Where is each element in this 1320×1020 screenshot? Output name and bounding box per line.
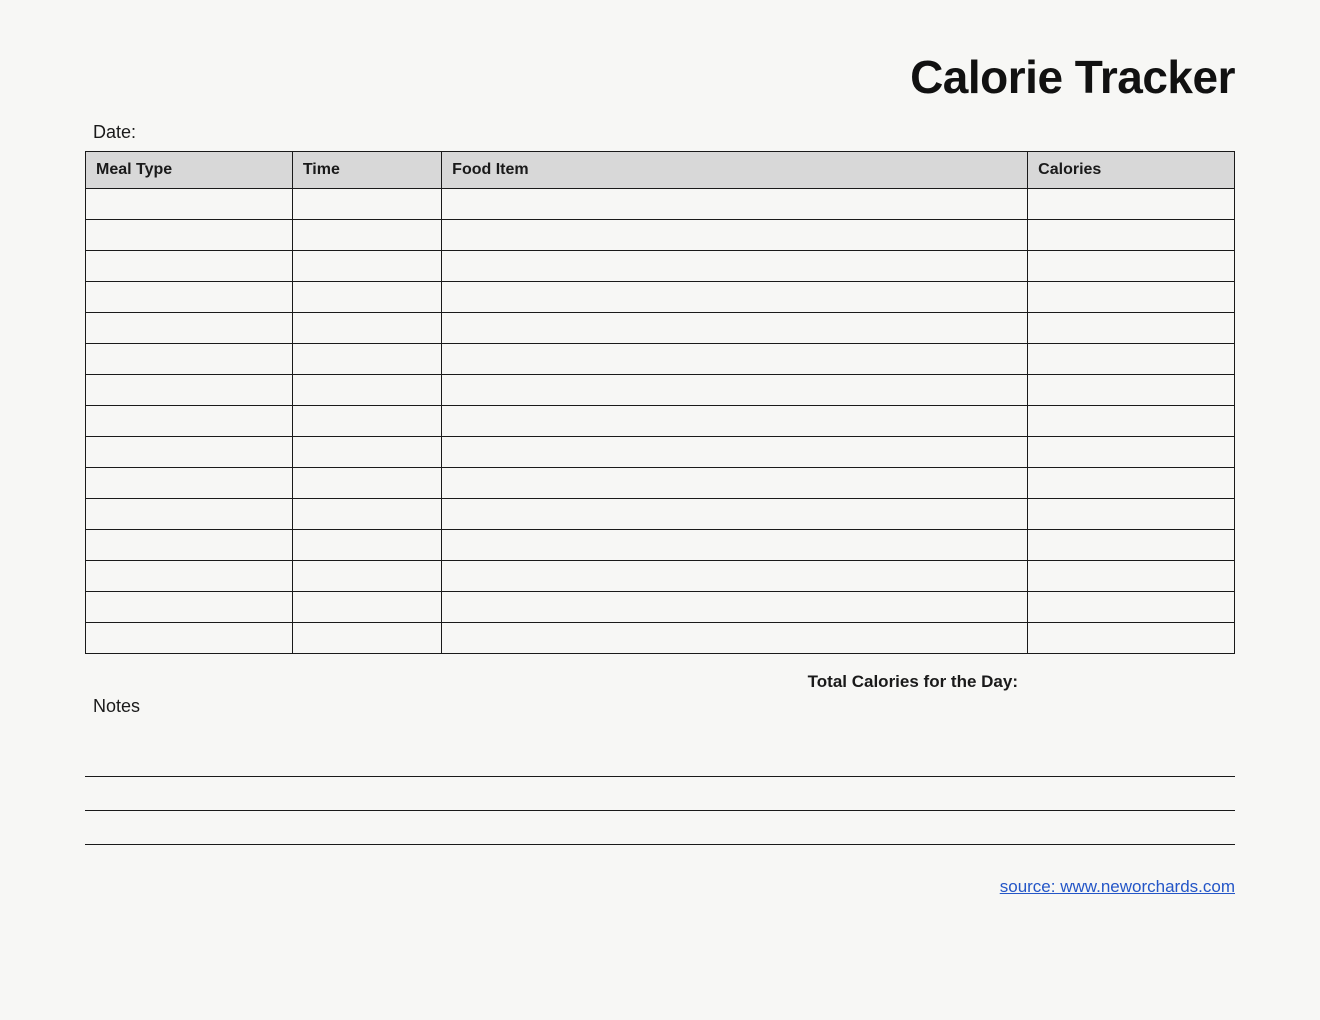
cell-calories[interactable]	[1028, 344, 1235, 375]
cell-time[interactable]	[292, 437, 441, 468]
note-line[interactable]	[85, 745, 1235, 777]
table-row	[86, 530, 1235, 561]
cell-time[interactable]	[292, 313, 441, 344]
cell-time[interactable]	[292, 592, 441, 623]
cell-time[interactable]	[292, 375, 441, 406]
cell-time[interactable]	[292, 530, 441, 561]
cell-time[interactable]	[292, 623, 441, 654]
cell-food_item[interactable]	[442, 530, 1028, 561]
cell-food_item[interactable]	[442, 592, 1028, 623]
cell-calories[interactable]	[1028, 592, 1235, 623]
table-row	[86, 623, 1235, 654]
cell-calories[interactable]	[1028, 220, 1235, 251]
cell-calories[interactable]	[1028, 406, 1235, 437]
cell-calories[interactable]	[1028, 561, 1235, 592]
cell-food_item[interactable]	[442, 344, 1028, 375]
table-row	[86, 561, 1235, 592]
source-link-wrap: source: www.neworchards.com	[85, 877, 1235, 897]
notes-label: Notes	[85, 696, 1235, 717]
total-row: Total Calories for the Day:	[85, 672, 1235, 692]
note-line[interactable]	[85, 813, 1235, 845]
table-row	[86, 220, 1235, 251]
cell-time[interactable]	[292, 220, 441, 251]
cell-meal_type[interactable]	[86, 375, 293, 406]
cell-food_item[interactable]	[442, 499, 1028, 530]
table-row	[86, 282, 1235, 313]
cell-time[interactable]	[292, 406, 441, 437]
table-row	[86, 592, 1235, 623]
cell-calories[interactable]	[1028, 313, 1235, 344]
cell-meal_type[interactable]	[86, 282, 293, 313]
cell-meal_type[interactable]	[86, 530, 293, 561]
cell-time[interactable]	[292, 344, 441, 375]
table-row	[86, 375, 1235, 406]
cell-calories[interactable]	[1028, 499, 1235, 530]
cell-calories[interactable]	[1028, 468, 1235, 499]
cell-food_item[interactable]	[442, 375, 1028, 406]
col-header-fooditem: Food Item	[442, 152, 1028, 189]
cell-time[interactable]	[292, 251, 441, 282]
source-link[interactable]: source: www.neworchards.com	[1000, 877, 1235, 896]
table-row	[86, 313, 1235, 344]
table-row	[86, 437, 1235, 468]
cell-calories[interactable]	[1028, 251, 1235, 282]
cell-meal_type[interactable]	[86, 406, 293, 437]
cell-meal_type[interactable]	[86, 499, 293, 530]
table-row	[86, 189, 1235, 220]
cell-time[interactable]	[292, 282, 441, 313]
calorie-table: Meal Type Time Food Item Calories	[85, 151, 1235, 654]
table-row	[86, 499, 1235, 530]
cell-food_item[interactable]	[442, 561, 1028, 592]
cell-food_item[interactable]	[442, 220, 1028, 251]
table-row	[86, 468, 1235, 499]
cell-meal_type[interactable]	[86, 468, 293, 499]
cell-calories[interactable]	[1028, 437, 1235, 468]
cell-calories[interactable]	[1028, 282, 1235, 313]
cell-meal_type[interactable]	[86, 437, 293, 468]
col-header-mealtype: Meal Type	[86, 152, 293, 189]
cell-calories[interactable]	[1028, 189, 1235, 220]
table-row	[86, 251, 1235, 282]
col-header-calories: Calories	[1028, 152, 1235, 189]
cell-food_item[interactable]	[442, 468, 1028, 499]
cell-calories[interactable]	[1028, 623, 1235, 654]
total-label: Total Calories for the Day:	[85, 672, 1028, 692]
cell-meal_type[interactable]	[86, 251, 293, 282]
cell-food_item[interactable]	[442, 282, 1028, 313]
cell-time[interactable]	[292, 189, 441, 220]
table-header-row: Meal Type Time Food Item Calories	[86, 152, 1235, 189]
cell-calories[interactable]	[1028, 375, 1235, 406]
total-value	[1028, 672, 1235, 692]
cell-time[interactable]	[292, 561, 441, 592]
cell-calories[interactable]	[1028, 530, 1235, 561]
date-label: Date:	[85, 122, 1235, 143]
cell-meal_type[interactable]	[86, 344, 293, 375]
cell-food_item[interactable]	[442, 189, 1028, 220]
note-line[interactable]	[85, 779, 1235, 811]
cell-food_item[interactable]	[442, 437, 1028, 468]
cell-food_item[interactable]	[442, 406, 1028, 437]
cell-meal_type[interactable]	[86, 592, 293, 623]
cell-meal_type[interactable]	[86, 313, 293, 344]
table-row	[86, 344, 1235, 375]
cell-meal_type[interactable]	[86, 189, 293, 220]
cell-food_item[interactable]	[442, 623, 1028, 654]
page-title: Calorie Tracker	[85, 50, 1235, 104]
cell-time[interactable]	[292, 468, 441, 499]
cell-meal_type[interactable]	[86, 561, 293, 592]
table-row	[86, 406, 1235, 437]
cell-food_item[interactable]	[442, 313, 1028, 344]
cell-meal_type[interactable]	[86, 220, 293, 251]
col-header-time: Time	[292, 152, 441, 189]
cell-time[interactable]	[292, 499, 441, 530]
cell-meal_type[interactable]	[86, 623, 293, 654]
cell-food_item[interactable]	[442, 251, 1028, 282]
